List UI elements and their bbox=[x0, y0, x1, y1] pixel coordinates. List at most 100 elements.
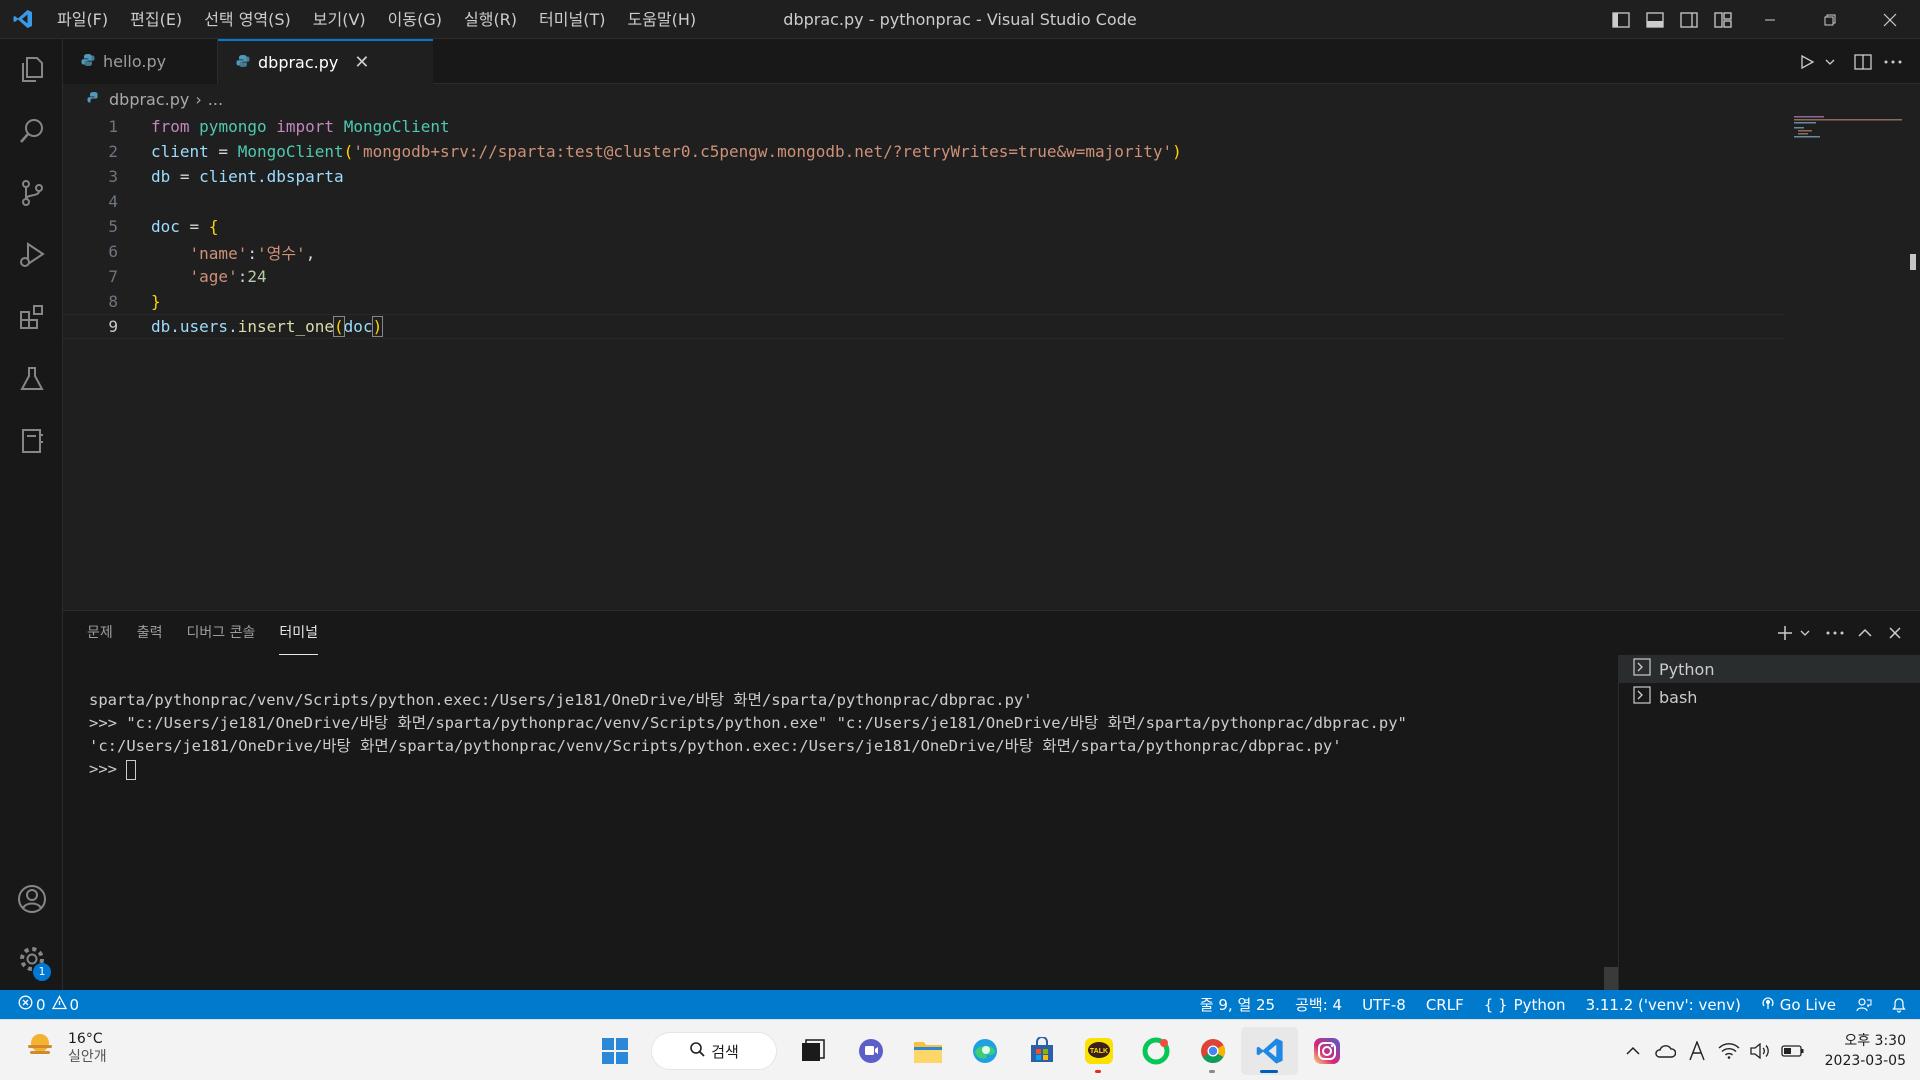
python-interpreter[interactable]: 3.11.2 ('venv': venv) bbox=[1586, 996, 1741, 1014]
taskbar-clock[interactable]: 오후 3:30 2023-03-05 bbox=[1825, 1031, 1906, 1071]
editor-scrollbar[interactable] bbox=[1910, 254, 1916, 270]
wifi-icon[interactable] bbox=[1713, 1042, 1745, 1059]
customize-layout-icon[interactable] bbox=[1706, 0, 1740, 39]
terminal-scrollbar[interactable] bbox=[1604, 967, 1618, 991]
kakaotalk-icon[interactable]: TALK bbox=[1070, 1027, 1127, 1075]
taskbar-search[interactable]: 검색 bbox=[651, 1032, 777, 1070]
breadcrumb-file[interactable]: dbprac.py bbox=[109, 90, 189, 109]
windows-start-icon[interactable] bbox=[586, 1027, 643, 1075]
menu-bar: 파일(F) 편집(E) 선택 영역(S) 보기(V) 이동(G) 실행(R) 터… bbox=[46, 0, 707, 39]
volume-icon[interactable] bbox=[1745, 1042, 1777, 1059]
encoding[interactable]: UTF-8 bbox=[1362, 996, 1406, 1014]
indentation[interactable]: 공백: 4 bbox=[1295, 994, 1342, 1015]
task-view-icon[interactable] bbox=[785, 1027, 842, 1075]
tab-problems[interactable]: 문제 bbox=[87, 611, 113, 655]
testing-icon[interactable] bbox=[0, 349, 63, 409]
taskbar-apps: 검색 TALK bbox=[586, 1027, 1355, 1075]
split-editor-icon[interactable] bbox=[1848, 39, 1878, 84]
close-panel-icon[interactable] bbox=[1880, 611, 1910, 655]
go-live-button[interactable]: Go Live bbox=[1761, 996, 1836, 1014]
account-icon[interactable] bbox=[0, 869, 63, 929]
code-line: 2 client = MongoClient('mongodb+srv://sp… bbox=[63, 139, 1783, 164]
more-actions-icon[interactable] bbox=[1820, 611, 1850, 655]
extensions-icon[interactable] bbox=[0, 287, 63, 347]
search-icon[interactable] bbox=[0, 101, 63, 161]
code-editor[interactable]: 1 from pymongo import MongoClient 2 clie… bbox=[63, 114, 1920, 610]
bottom-panel: 문제 출력 디버그 콘솔 터미널 sparta/pythonprac/venv/… bbox=[63, 610, 1920, 991]
more-actions-icon[interactable] bbox=[1878, 39, 1908, 84]
menu-help[interactable]: 도움말(H) bbox=[616, 0, 707, 39]
weather-fog-icon bbox=[24, 1030, 56, 1066]
input-method-icon[interactable] bbox=[1681, 1040, 1713, 1061]
braces-icon: { } bbox=[1483, 995, 1508, 1014]
minimize-icon[interactable] bbox=[1740, 0, 1800, 39]
file-explorer-icon[interactable] bbox=[899, 1027, 956, 1075]
tab-terminal[interactable]: 터미널 bbox=[279, 611, 319, 655]
source-control-icon[interactable] bbox=[0, 163, 63, 223]
terminal-output[interactable]: sparta/pythonprac/venv/Scripts/python.ex… bbox=[89, 689, 1407, 781]
notebook-icon[interactable] bbox=[0, 411, 63, 471]
chevron-up-icon[interactable] bbox=[1617, 1046, 1649, 1056]
instagram-icon[interactable] bbox=[1298, 1027, 1355, 1075]
menu-run[interactable]: 실행(R) bbox=[453, 0, 528, 39]
vscode-taskbar-icon[interactable] bbox=[1241, 1027, 1298, 1075]
tab-dbprac-py[interactable]: dbprac.py ✕ bbox=[218, 39, 433, 84]
new-terminal-icon[interactable] bbox=[1774, 611, 1796, 655]
weather-widget[interactable]: 16°C 실안개 bbox=[24, 1030, 107, 1066]
edge-browser-icon[interactable] bbox=[956, 1027, 1013, 1075]
tab-hello-py[interactable]: hello.py bbox=[63, 39, 218, 84]
close-window-icon[interactable] bbox=[1860, 0, 1920, 39]
toggle-primary-sidebar-icon[interactable] bbox=[1604, 0, 1638, 39]
terminal-item-label: bash bbox=[1659, 687, 1698, 707]
error-icon bbox=[18, 995, 33, 1014]
tab-output[interactable]: 출력 bbox=[137, 611, 163, 655]
menu-selection[interactable]: 선택 영역(S) bbox=[193, 0, 302, 39]
settings-gear-icon[interactable]: 1 bbox=[0, 929, 63, 989]
running-indicator bbox=[1095, 1070, 1101, 1073]
code-line-current: 9 db.users.insert_one(doc) bbox=[63, 314, 1783, 339]
run-debug-icon[interactable] bbox=[0, 225, 63, 285]
line-number: 2 bbox=[108, 142, 118, 161]
notifications-bell-icon[interactable] bbox=[1892, 997, 1906, 1013]
minimap[interactable] bbox=[1794, 114, 1904, 154]
cursor-position[interactable]: 줄 9, 열 25 bbox=[1200, 994, 1275, 1015]
tab-debug-console[interactable]: 디버그 콘솔 bbox=[187, 611, 256, 655]
breadcrumb-symbols[interactable]: ... bbox=[208, 90, 223, 109]
onedrive-cloud-icon[interactable] bbox=[1649, 1044, 1681, 1058]
code-line: 8 } bbox=[63, 289, 1783, 314]
toggle-panel-icon[interactable] bbox=[1638, 0, 1672, 39]
tab-label: hello.py bbox=[103, 52, 167, 71]
line-messenger-icon[interactable] bbox=[1127, 1027, 1184, 1075]
line-number: 1 bbox=[108, 117, 118, 136]
problems-status[interactable]: 0 0 bbox=[18, 990, 79, 1019]
end-of-line[interactable]: CRLF bbox=[1426, 996, 1464, 1014]
python-file-icon bbox=[87, 90, 101, 109]
chevron-down-icon[interactable] bbox=[1796, 611, 1814, 655]
menu-edit[interactable]: 편집(E) bbox=[119, 0, 193, 39]
toggle-secondary-sidebar-icon[interactable] bbox=[1672, 0, 1706, 39]
chevron-down-icon[interactable] bbox=[1822, 39, 1838, 84]
feedback-icon[interactable] bbox=[1856, 997, 1872, 1013]
menu-go[interactable]: 이동(G) bbox=[377, 0, 453, 39]
battery-icon[interactable] bbox=[1777, 1044, 1809, 1058]
chrome-browser-icon[interactable] bbox=[1184, 1027, 1241, 1075]
microsoft-store-icon[interactable] bbox=[1013, 1027, 1070, 1075]
language-mode[interactable]: { } Python bbox=[1484, 996, 1566, 1014]
close-tab-icon[interactable]: ✕ bbox=[354, 52, 369, 73]
svg-text:TALK: TALK bbox=[1089, 1048, 1107, 1055]
tab-label: dbprac.py bbox=[258, 53, 339, 72]
teams-chat-icon[interactable] bbox=[842, 1027, 899, 1075]
menu-file[interactable]: 파일(F) bbox=[46, 0, 119, 39]
menu-view[interactable]: 보기(V) bbox=[302, 0, 377, 39]
terminal-line: 'c:/Users/je181/OneDrive/바탕 화면/sparta/py… bbox=[89, 737, 1342, 755]
terminal-item-python[interactable]: Python bbox=[1619, 655, 1920, 683]
line-number: 9 bbox=[108, 317, 118, 336]
files-icon[interactable] bbox=[0, 39, 63, 99]
run-python-file-icon[interactable] bbox=[1792, 39, 1822, 84]
menu-terminal[interactable]: 터미널(T) bbox=[528, 0, 616, 39]
terminal-item-bash[interactable]: bash bbox=[1619, 683, 1920, 711]
maximize-panel-icon[interactable] bbox=[1850, 611, 1880, 655]
restore-icon[interactable] bbox=[1800, 0, 1860, 39]
line-number: 3 bbox=[108, 167, 118, 186]
vscode-logo-icon[interactable] bbox=[0, 0, 46, 39]
